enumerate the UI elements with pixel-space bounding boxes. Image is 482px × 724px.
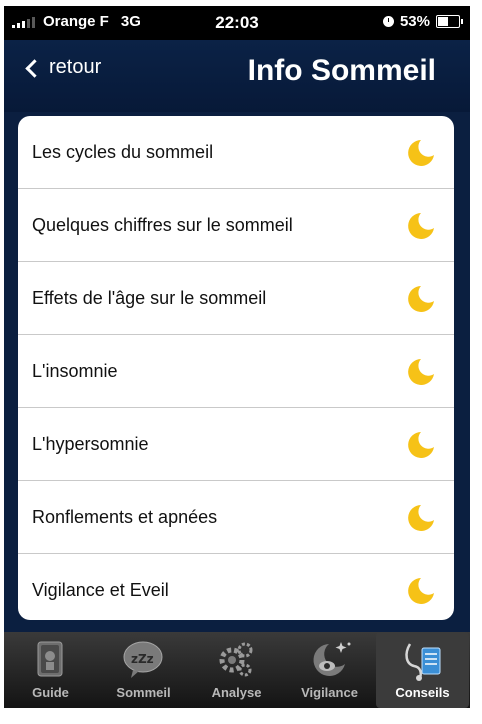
navigation-bar: retour Info Sommeil xyxy=(4,40,470,112)
list-item-label: L'hypersomnie xyxy=(32,433,149,454)
moon-icon xyxy=(408,432,434,458)
moon-icon xyxy=(408,359,434,385)
list-item[interactable]: L'insomnie xyxy=(18,335,454,408)
moon-icon xyxy=(408,140,434,166)
tab-label: Vigilance xyxy=(301,685,358,700)
list-item[interactable]: Les cycles du sommeil xyxy=(18,116,454,189)
list-item-label: Quelques chiffres sur le sommeil xyxy=(32,214,293,235)
chevron-left-icon xyxy=(25,59,44,78)
page-title: Info Sommeil xyxy=(247,54,436,87)
list-item[interactable]: Quelques chiffres sur le sommeil xyxy=(18,189,454,262)
list-item[interactable]: L'hypersomnie xyxy=(18,408,454,481)
gears-icon xyxy=(219,642,253,677)
list-item-label: L'insomnie xyxy=(32,360,118,381)
tab-label: Guide xyxy=(32,685,69,700)
tab-vigilance[interactable]: Vigilance xyxy=(283,632,376,708)
alarm-clock-icon xyxy=(382,16,394,27)
eye-stars-icon xyxy=(313,642,351,676)
svg-text:zZz: zZz xyxy=(131,652,154,666)
list-item-label: Les cycles du sommeil xyxy=(32,141,214,162)
stethoscope-clipboard-icon xyxy=(405,643,441,681)
tab-label: Sommeil xyxy=(116,685,171,700)
tab-bar: Guide zZz Sommeil Analyse Vigilance Cons… xyxy=(4,632,470,708)
list-item[interactable]: Ronflements et apnées xyxy=(18,481,454,554)
tab-label: Analyse xyxy=(211,685,262,700)
list-item-label: Ronflements et apnées xyxy=(32,506,218,527)
moon-icon xyxy=(408,286,434,312)
status-bar: Orange F 3G 22:03 53% xyxy=(4,6,470,40)
tab-conseils[interactable]: Conseils xyxy=(376,632,469,708)
moon-icon xyxy=(408,578,434,604)
battery-icon xyxy=(436,15,463,28)
status-right: 53% xyxy=(382,13,463,30)
guide-book-icon xyxy=(37,641,63,677)
tab-label: Conseils xyxy=(395,685,450,700)
back-button-label: retour xyxy=(49,56,102,78)
topic-list: Les cycles du sommeil Quelques chiffres … xyxy=(18,116,454,620)
tab-analyse[interactable]: Analyse xyxy=(190,632,283,708)
tab-sommeil[interactable]: zZz Sommeil xyxy=(97,632,190,708)
list-item-label: Effets de l'âge sur le sommeil xyxy=(32,287,267,308)
zzz-bubble-icon: zZz xyxy=(123,641,163,678)
moon-icon xyxy=(408,505,434,531)
list-item[interactable]: Effets de l'âge sur le sommeil xyxy=(18,262,454,335)
tab-guide[interactable]: Guide xyxy=(4,632,97,708)
phone-screen: Orange F 3G 22:03 53% retour Info Sommei… xyxy=(4,6,470,708)
list-item-label: Vigilance et Eveil xyxy=(32,579,169,600)
battery-percent: 53% xyxy=(399,13,430,30)
list-item[interactable]: Vigilance et Eveil xyxy=(18,554,454,620)
back-button[interactable]: retour xyxy=(25,56,102,79)
moon-icon xyxy=(408,213,434,239)
